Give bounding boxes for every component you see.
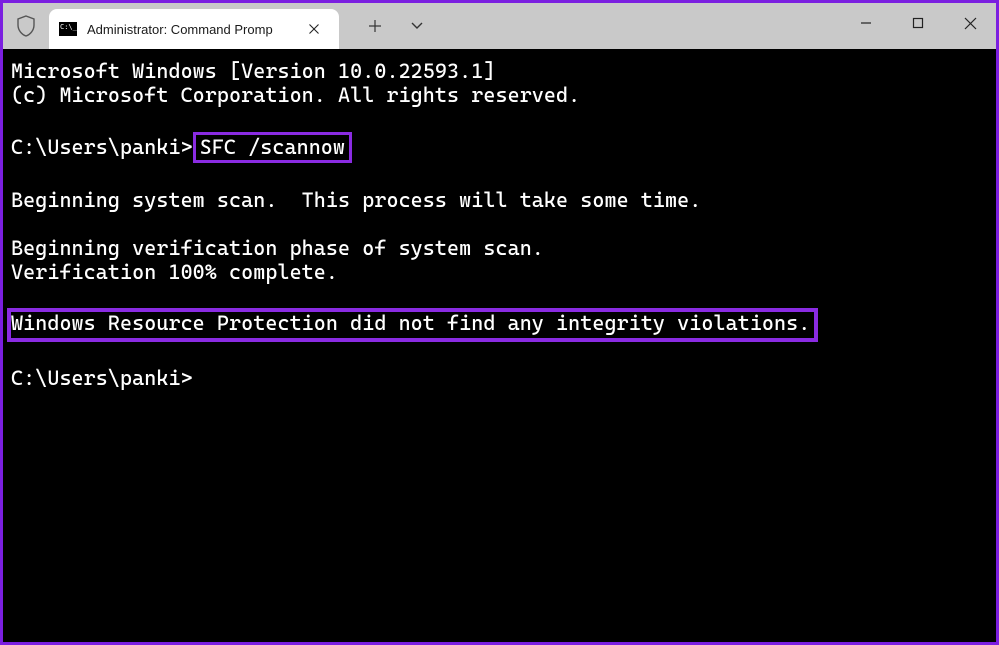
maximize-icon: [912, 17, 924, 29]
tab-title: Administrator: Command Promp: [87, 22, 293, 37]
close-icon: [309, 24, 319, 34]
terminal-blank-line: [11, 342, 988, 366]
active-tab[interactable]: Administrator: Command Promp: [49, 9, 339, 49]
terminal-line: Microsoft Windows [Version 10.0.22593.1]: [11, 59, 988, 83]
titlebar: Administrator: Command Promp: [3, 3, 996, 49]
result-highlight: Windows Resource Protection did not find…: [7, 308, 818, 342]
new-tab-button[interactable]: [363, 14, 387, 38]
command-text: SFC /scannow: [200, 135, 345, 159]
minimize-button[interactable]: [840, 3, 892, 43]
close-icon: [964, 17, 977, 30]
shield-icon: [16, 15, 36, 37]
tab-dropdown-button[interactable]: [405, 14, 429, 38]
terminal-blank-line: [11, 164, 988, 188]
result-text: Windows Resource Protection did not find…: [11, 311, 810, 335]
plus-icon: [368, 19, 382, 33]
terminal-line: Verification 100% complete.: [11, 260, 988, 284]
terminal-prompt-line: C:\Users\panki> SFC /scannow: [11, 131, 988, 165]
close-window-button[interactable]: [944, 3, 996, 43]
terminal-line: Beginning system scan. This process will…: [11, 188, 988, 212]
maximize-button[interactable]: [892, 3, 944, 43]
window-controls: [840, 3, 996, 43]
cmd-icon: [59, 22, 77, 36]
terminal-blank-line: [11, 284, 988, 308]
command-prompt-window: Administrator: Command Promp: [0, 0, 999, 645]
terminal-blank-line: [11, 212, 988, 236]
tab-actions: [339, 3, 429, 49]
minimize-icon: [860, 17, 872, 29]
terminal-result-line: Windows Resource Protection did not find…: [11, 308, 988, 342]
terminal-output[interactable]: Microsoft Windows [Version 10.0.22593.1]…: [3, 49, 996, 642]
terminal-prompt-line: C:\Users\panki>: [11, 366, 988, 390]
prompt-text: C:\Users\panki>: [11, 135, 193, 159]
terminal-blank-line: [11, 107, 988, 131]
terminal-line: Beginning verification phase of system s…: [11, 236, 988, 260]
close-tab-button[interactable]: [303, 18, 325, 40]
command-highlight: SFC /scannow: [193, 132, 352, 164]
app-icon-holder: [3, 3, 49, 49]
chevron-down-icon: [410, 21, 424, 31]
terminal-line: (c) Microsoft Corporation. All rights re…: [11, 83, 988, 107]
